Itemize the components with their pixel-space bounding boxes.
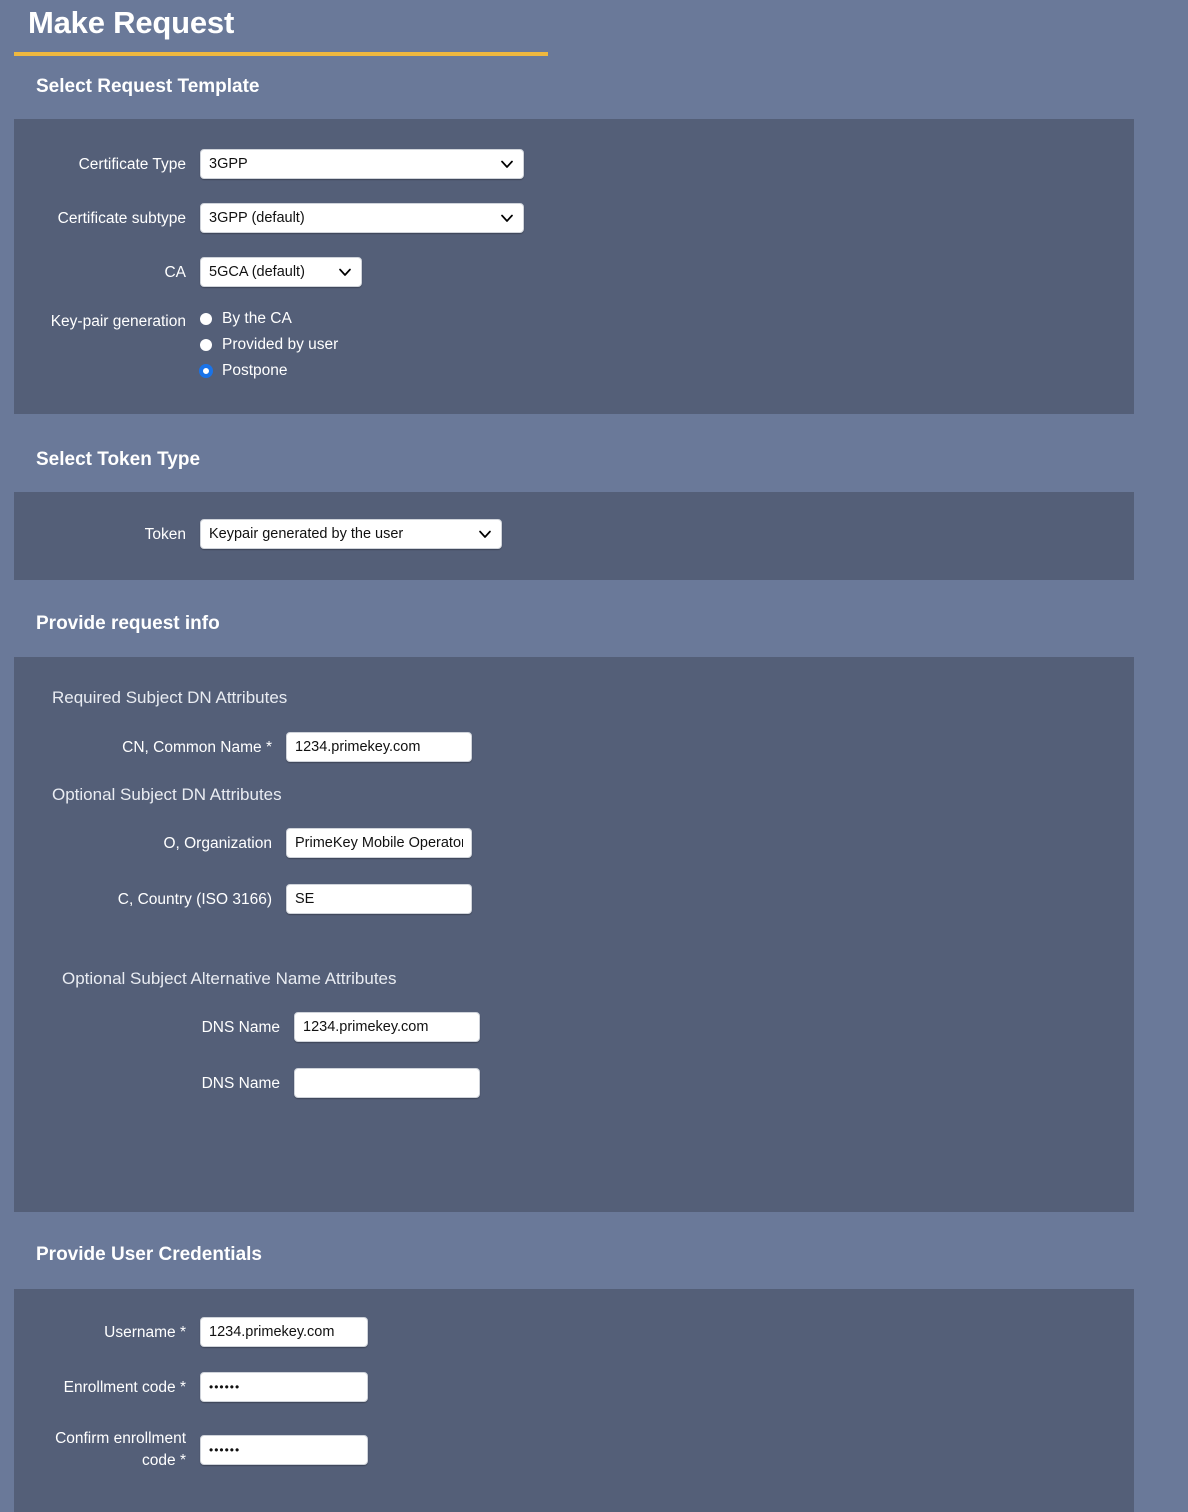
panel-provide-request-info: Required Subject DN Attributes CN, Commo… [14, 657, 1134, 1212]
section-heading-provide-request-info: Provide request info [36, 613, 220, 634]
radio-label-postpone: Postpone [222, 362, 288, 379]
input-organization[interactable]: PrimeKey Mobile Operator [286, 828, 472, 858]
field-row-username: Username * 1234.primekey.com [14, 1317, 1134, 1347]
radio-icon-selected[interactable] [200, 365, 212, 377]
field-row-organization: O, Organization PrimeKey Mobile Operator [14, 828, 1134, 858]
field-row-dns-name-2: DNS Name [14, 1068, 1134, 1098]
radio-icon-unselected[interactable] [200, 339, 212, 351]
input-username-value: 1234.primekey.com [209, 1324, 335, 1340]
radio-group-key-pair-generation: By the CA Provided by user Postpone [200, 310, 338, 380]
field-row-enrollment-code: Enrollment code * •••••• [14, 1372, 1134, 1402]
input-confirm-enrollment-code[interactable]: •••••• [200, 1435, 368, 1465]
label-ca: CA [164, 263, 186, 281]
radio-icon-unselected[interactable] [200, 313, 212, 325]
select-certificate-type-value: 3GPP [209, 156, 248, 172]
chevron-down-icon [500, 157, 514, 171]
field-row-certificate-type: Certificate Type 3GPP [14, 149, 1134, 179]
chevron-down-icon [500, 211, 514, 225]
chevron-down-icon [478, 527, 492, 541]
page-header: Make Request [0, 0, 1188, 56]
chevron-down-icon [338, 265, 352, 279]
panel-select-request-template: Certificate Type 3GPP Certificate subtyp… [14, 119, 1134, 414]
field-row-certificate-subtype: Certificate subtype 3GPP (default) [14, 203, 1134, 233]
input-country-value: SE [295, 891, 315, 907]
label-country: C, Country (ISO 3166) [117, 890, 272, 908]
select-certificate-type[interactable]: 3GPP [200, 149, 524, 179]
label-dns-name-1: DNS Name [201, 1018, 280, 1036]
label-key-pair-generation: Key-pair generation [50, 313, 186, 330]
field-row-key-pair-generation: Key-pair generation By the CA Provided b… [14, 310, 1134, 380]
radio-option-by-the-ca[interactable]: By the CA [200, 310, 338, 328]
field-row-confirm-enrollment-code: Confirm enrollment code * •••••• [14, 1428, 1134, 1472]
label-certificate-subtype: Certificate subtype [57, 209, 186, 227]
label-dns-name-2: DNS Name [201, 1074, 280, 1092]
subheading-required-subject-dn-attributes: Required Subject DN Attributes [52, 688, 288, 707]
label-common-name: CN, Common Name * [122, 738, 272, 756]
label-confirm-enrollment-code-line2: code * [142, 1452, 186, 1469]
section-heading-provide-user-credentials: Provide User Credentials [36, 1244, 262, 1265]
input-dns-name-1[interactable]: 1234.primekey.com [294, 1012, 480, 1042]
field-row-ca: CA 5GCA (default) [14, 257, 1134, 287]
select-certificate-subtype-value: 3GPP (default) [209, 210, 305, 226]
radio-option-provided-by-user[interactable]: Provided by user [200, 336, 338, 354]
input-username[interactable]: 1234.primekey.com [200, 1317, 368, 1347]
radio-label-provided-by-user: Provided by user [222, 336, 339, 353]
input-organization-value: PrimeKey Mobile Operator [295, 835, 463, 851]
select-certificate-subtype[interactable]: 3GPP (default) [200, 203, 524, 233]
label-confirm-enrollment-code: Confirm enrollment code * [14, 1428, 200, 1472]
panel-select-token-type: Token Keypair generated by the user [14, 492, 1134, 580]
label-token: Token [144, 525, 186, 543]
select-token[interactable]: Keypair generated by the user [200, 519, 502, 549]
input-confirm-enrollment-code-value: •••••• [209, 1443, 241, 1457]
section-heading-select-request-template: Select Request Template [36, 76, 260, 97]
input-common-name-value: 1234.primekey.com [295, 739, 421, 755]
field-row-token: Token Keypair generated by the user [14, 519, 1134, 549]
section-heading-select-token-type: Select Token Type [36, 449, 201, 470]
field-row-common-name: CN, Common Name * 1234.primekey.com [14, 732, 1134, 762]
subheading-optional-san-attributes: Optional Subject Alternative Name Attrib… [62, 969, 397, 988]
select-token-value: Keypair generated by the user [209, 526, 404, 542]
radio-label-by-the-ca: By the CA [222, 310, 292, 327]
input-dns-name-2[interactable] [294, 1068, 480, 1098]
field-row-dns-name-1: DNS Name 1234.primekey.com [14, 1012, 1134, 1042]
select-ca-value: 5GCA (default) [209, 264, 305, 280]
subheading-optional-subject-dn-attributes: Optional Subject DN Attributes [52, 785, 282, 804]
panel-provide-user-credentials: Username * 1234.primekey.com Enrollment … [14, 1289, 1134, 1512]
input-country[interactable]: SE [286, 884, 472, 914]
field-row-country: C, Country (ISO 3166) SE [14, 884, 1134, 914]
label-organization: O, Organization [163, 834, 272, 852]
label-certificate-type: Certificate Type [78, 155, 186, 173]
radio-option-postpone[interactable]: Postpone [200, 362, 338, 380]
label-confirm-enrollment-code-line1: Confirm enrollment [55, 1430, 186, 1447]
input-enrollment-code-value: •••••• [209, 1380, 241, 1394]
label-username: Username * [104, 1323, 186, 1341]
input-enrollment-code[interactable]: •••••• [200, 1372, 368, 1402]
input-dns-name-1-value: 1234.primekey.com [303, 1019, 429, 1035]
label-enrollment-code: Enrollment code * [63, 1378, 186, 1396]
page-title: Make Request [28, 5, 235, 40]
input-common-name[interactable]: 1234.primekey.com [286, 732, 472, 762]
select-ca[interactable]: 5GCA (default) [200, 257, 362, 287]
